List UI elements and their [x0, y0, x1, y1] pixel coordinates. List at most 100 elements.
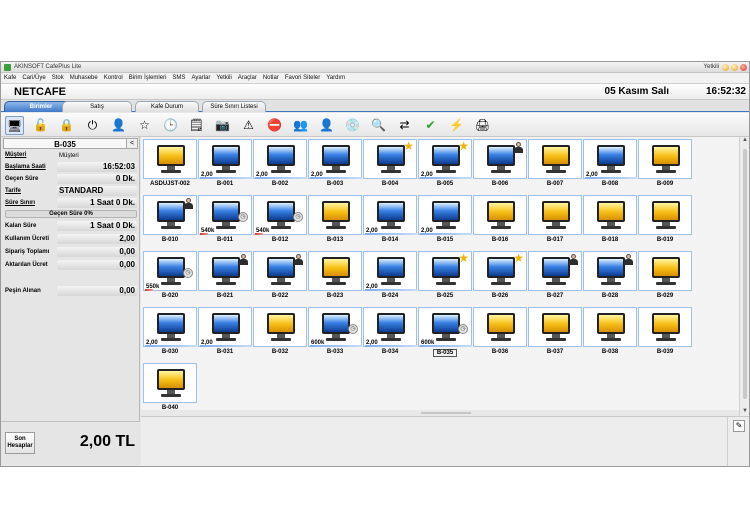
vertical-scrollbar[interactable]: ▲ ▼	[739, 137, 749, 416]
unit-tile[interactable]: B-006	[473, 139, 527, 191]
warning-icon[interactable]: ⚠	[239, 116, 258, 135]
unit-tile-frame[interactable]	[583, 251, 637, 291]
unit-tile[interactable]: ★ B-004	[363, 139, 417, 191]
menu-item[interactable]: SMS	[172, 75, 185, 81]
menu-item[interactable]: Yardım	[326, 75, 345, 81]
unit-tile[interactable]: 2,00 B-034	[363, 307, 417, 359]
unit-tile-frame[interactable]	[638, 251, 692, 291]
unit-tile-frame[interactable]: ◷ 600k	[308, 307, 362, 347]
menu-item[interactable]: Birim İşlemleri	[129, 75, 167, 81]
unit-tile[interactable]: ASDUJST-002	[143, 139, 197, 191]
unit-tile[interactable]: ★ 2,00 B-005	[418, 139, 472, 191]
unit-tile-frame[interactable]	[308, 251, 362, 291]
unit-tile[interactable]: 2,00 B-015	[418, 195, 472, 247]
menu-item[interactable]: Stok	[52, 75, 64, 81]
monitor-icon[interactable]: 🖥	[5, 116, 24, 135]
unit-tile[interactable]: ◷ 600k B-035	[418, 307, 472, 359]
user-add-icon[interactable]: 👤	[317, 116, 336, 135]
prepaid-value[interactable]: 0,00	[57, 286, 137, 296]
menu-item[interactable]: Cari/Üye	[22, 75, 45, 81]
unit-tile-frame[interactable]	[253, 251, 307, 291]
unit-tile[interactable]: B-019	[638, 195, 692, 247]
users-icon[interactable]: 👥	[291, 116, 310, 135]
unit-tile[interactable]: ◷ 600k B-033	[308, 307, 362, 359]
unit-tile[interactable]: B-028	[583, 251, 637, 303]
note-icon[interactable]: 🗒	[187, 116, 206, 135]
unit-tile-frame[interactable]	[253, 307, 307, 347]
unit-tile-frame[interactable]: ★	[473, 251, 527, 291]
unit-tile[interactable]: 2,00 B-003	[308, 139, 362, 191]
unit-tile[interactable]: B-009	[638, 139, 692, 191]
check-icon[interactable]: ✔	[421, 116, 440, 135]
unit-tile-frame[interactable]: 2,00	[363, 251, 417, 291]
scroll-up-icon[interactable]: ▲	[741, 137, 749, 145]
unit-tile[interactable]: 2,00 B-002	[253, 139, 307, 191]
power-icon[interactable]: ⏻	[83, 116, 102, 135]
unit-tile[interactable]: 2,00 B-030	[143, 307, 197, 359]
unit-tile-frame[interactable]: 2,00	[198, 139, 252, 179]
unit-tile-frame[interactable]	[528, 195, 582, 235]
unit-tile[interactable]: B-021	[198, 251, 252, 303]
unit-tile[interactable]: B-010	[143, 195, 197, 247]
unit-tile-frame[interactable]	[638, 139, 692, 179]
unit-tile[interactable]: B-027	[528, 251, 582, 303]
unit-tile-frame[interactable]: ◷ 600k	[418, 307, 472, 347]
unit-tile[interactable]: B-018	[583, 195, 637, 247]
unit-tile-frame[interactable]	[638, 195, 692, 235]
unit-tile-frame[interactable]	[143, 363, 197, 403]
unit-tile-frame[interactable]: ◷ 550k	[143, 251, 197, 291]
unit-tile[interactable]: ◷ 540k B-012	[253, 195, 307, 247]
unit-tile-frame[interactable]	[143, 139, 197, 179]
unit-tile-frame[interactable]: ◷ 540k	[198, 195, 252, 235]
unit-tile-frame[interactable]	[583, 307, 637, 347]
menu-item[interactable]: Araçlar	[238, 75, 257, 81]
unit-tile[interactable]: 2,00 B-024	[363, 251, 417, 303]
unit-tile-frame[interactable]	[528, 307, 582, 347]
unit-tile[interactable]: B-037	[528, 307, 582, 359]
unit-tile-frame[interactable]	[473, 307, 527, 347]
menu-item[interactable]: Muhasebe	[70, 75, 98, 81]
unit-tile[interactable]: ◷ 540k B-011	[198, 195, 252, 247]
unit-tile[interactable]: 2,00 B-008	[583, 139, 637, 191]
tab-cafe-status[interactable]: Kafe Durum	[135, 101, 199, 112]
lock-icon[interactable]: 🔒	[57, 116, 76, 135]
tab-sales[interactable]: Satış	[62, 101, 132, 112]
unit-tile-frame[interactable]: ★	[363, 139, 417, 179]
unit-tile-frame[interactable]: 2,00	[363, 307, 417, 347]
unit-tile[interactable]: ★ B-025	[418, 251, 472, 303]
unit-tile[interactable]: B-039	[638, 307, 692, 359]
clock-icon[interactable]: 🕒	[161, 116, 180, 135]
stop-icon[interactable]: ⛔	[265, 116, 284, 135]
unit-tile-frame[interactable]	[198, 251, 252, 291]
unit-tile[interactable]: B-029	[638, 251, 692, 303]
user-icon[interactable]: 👤	[109, 116, 128, 135]
unit-tile[interactable]: B-016	[473, 195, 527, 247]
unit-tile[interactable]: ★ B-026	[473, 251, 527, 303]
unit-tile-frame[interactable]: 2,00	[308, 139, 362, 179]
unit-tile[interactable]: B-017	[528, 195, 582, 247]
unit-tile-frame[interactable]	[528, 139, 582, 179]
unit-tile[interactable]: B-007	[528, 139, 582, 191]
menu-item[interactable]: Ayarlar	[191, 75, 210, 81]
unit-tile-frame[interactable]: ★	[418, 251, 472, 291]
edit-note-icon[interactable]: ✎	[733, 420, 745, 432]
unit-tile-frame[interactable]: 2,00	[253, 139, 307, 179]
tariff-value[interactable]: STANDARD	[57, 186, 137, 196]
unit-tile[interactable]: 2,00 B-001	[198, 139, 252, 191]
unit-tile[interactable]: B-032	[253, 307, 307, 359]
unit-tile[interactable]: B-036	[473, 307, 527, 359]
menu-item[interactable]: Yetkili	[216, 75, 231, 81]
unit-tile-frame[interactable]	[473, 139, 527, 179]
menu-item[interactable]: Favori Siteler	[285, 75, 320, 81]
unit-tile-frame[interactable]: ★ 2,00	[418, 139, 472, 179]
scroll-down-icon[interactable]: ▼	[741, 408, 749, 416]
tab-time-limit-list[interactable]: Süre Sınırı Listesi	[202, 101, 266, 112]
unit-selector[interactable]: B-035 <	[3, 138, 138, 149]
printer-icon[interactable]: 🖨	[473, 116, 492, 135]
star-icon[interactable]: ☆	[135, 116, 154, 135]
unit-tile-frame[interactable]: 2,00	[418, 195, 472, 235]
unit-back-button[interactable]: <	[126, 139, 137, 148]
disc-icon[interactable]: 💿	[343, 116, 362, 135]
unit-tile[interactable]: 2,00 B-031	[198, 307, 252, 359]
unit-tile[interactable]: 2,00 B-014	[363, 195, 417, 247]
